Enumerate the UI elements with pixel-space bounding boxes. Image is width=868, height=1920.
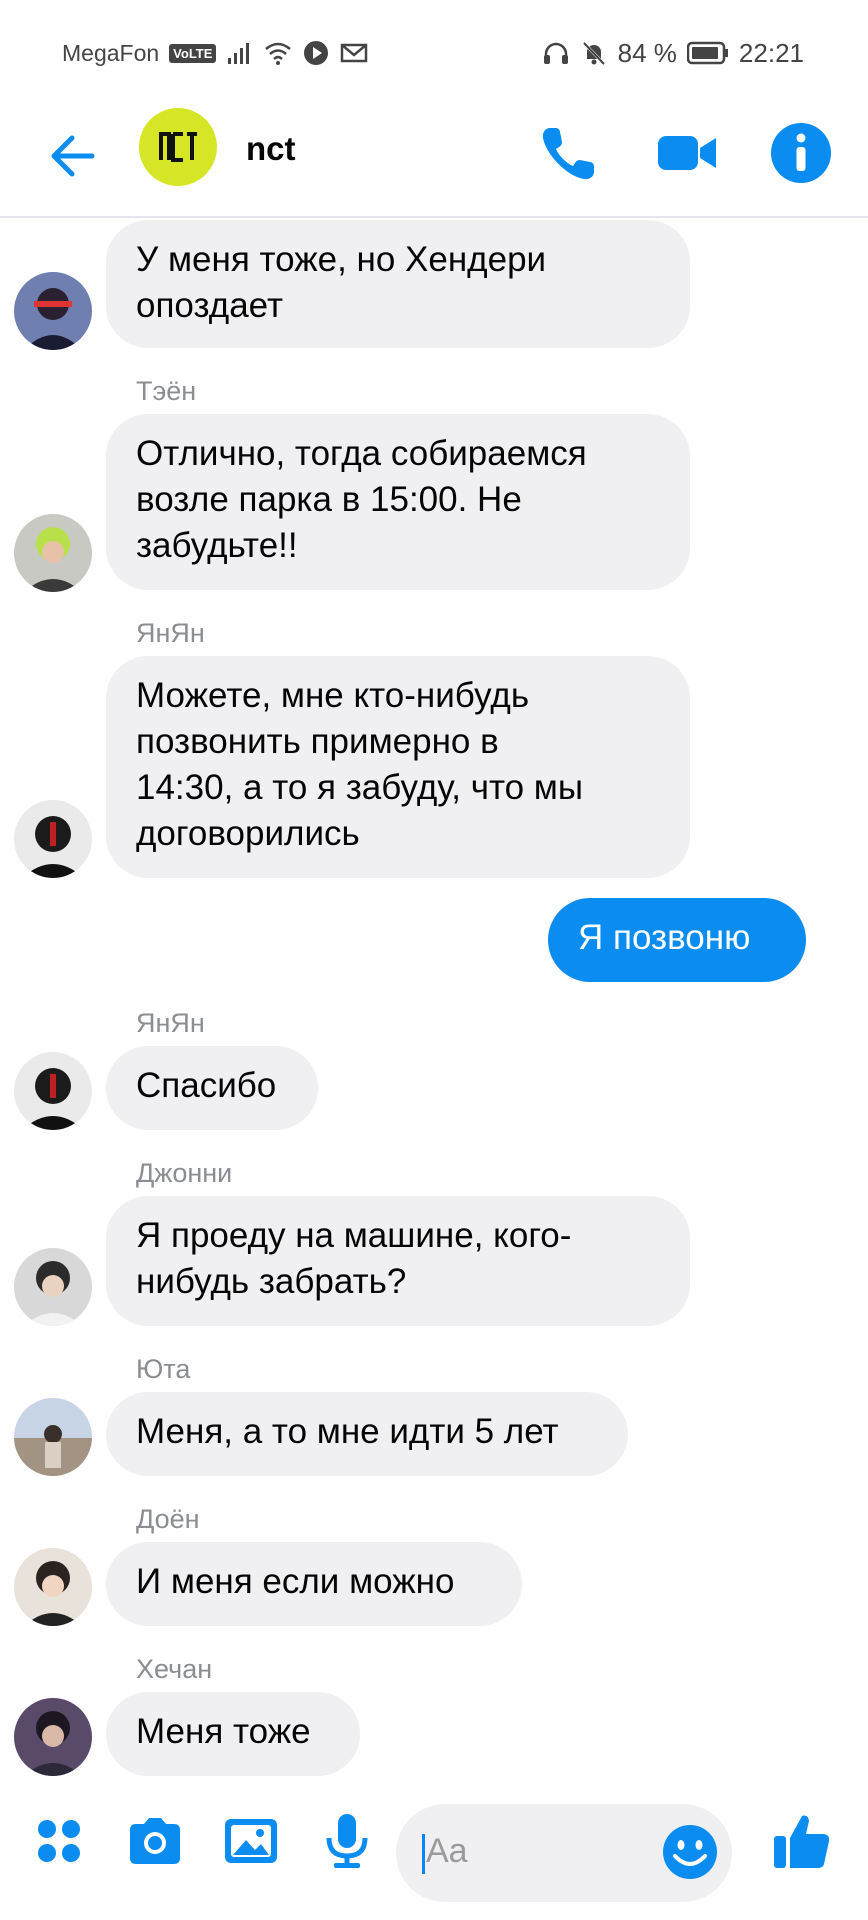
outgoing-message-bubble[interactable]: Я позвоню	[548, 898, 806, 982]
message-line: Спасибо	[136, 1066, 277, 1105]
thumbs-up-icon[interactable]	[770, 1808, 834, 1872]
message-line: И меня если можно	[136, 1562, 455, 1601]
phone-call-icon[interactable]	[536, 120, 602, 186]
sender-name: Доён	[136, 1504, 200, 1534]
message-line: Меня, а то мне идти 5 лет	[136, 1412, 559, 1451]
apps-grid-icon[interactable]	[28, 1810, 90, 1872]
sender-name: Тэён	[136, 376, 197, 406]
sender-name: ЯнЯн	[136, 618, 205, 648]
message-line: Отлично, тогда собираемся	[136, 434, 587, 473]
message-line: возле парка в 15:00. Не	[136, 480, 522, 519]
wifi-icon	[265, 42, 292, 65]
sender-name: Юта	[136, 1354, 191, 1384]
mail-icon	[341, 43, 368, 63]
message-input[interactable]: Aa	[396, 1804, 732, 1902]
avatar[interactable]	[14, 1698, 92, 1776]
message-input-placeholder: Aa	[426, 1832, 468, 1870]
headphones-icon	[543, 42, 568, 64]
signal-icon	[228, 43, 250, 64]
message-line: У меня тоже, но Хендери	[136, 240, 547, 279]
chat-header: nct	[0, 100, 868, 218]
message-line: позвонить примерно в	[136, 722, 499, 761]
avatar[interactable]	[14, 1398, 92, 1476]
play-icon	[304, 41, 329, 65]
composer-bar: Aa	[0, 1780, 868, 1920]
message-line: Я проеду на машине, кого-	[136, 1216, 572, 1255]
battery-icon	[686, 41, 728, 65]
text-cursor	[422, 1834, 425, 1874]
sender-name: Джонни	[136, 1158, 233, 1188]
avatar[interactable]	[14, 1548, 92, 1626]
incoming-message-bubble[interactable]: Меня, а то мне идти 5 лет	[106, 1392, 628, 1476]
carrier-name: MegaFon	[62, 39, 160, 66]
volte-badge: VoLTE	[169, 43, 217, 63]
nct-logo	[159, 132, 197, 162]
gallery-image-icon[interactable]	[220, 1810, 282, 1872]
sender-name: ЯнЯн	[136, 1008, 205, 1038]
avatar[interactable]	[14, 1052, 92, 1130]
chat-title[interactable]: nct	[246, 130, 296, 168]
message-line: 14:30, а то я забуду, что мы	[136, 768, 584, 807]
camera-icon[interactable]	[124, 1810, 186, 1872]
avatar[interactable]	[14, 800, 92, 878]
clock: 22:21	[738, 37, 804, 68]
message-line: Я позвоню	[578, 918, 751, 957]
emoji-icon[interactable]	[660, 1822, 720, 1882]
sender-name: Хечан	[136, 1654, 213, 1684]
status-bar: MegaFon VoLTE 84 % 22:21	[0, 0, 868, 100]
avatar[interactable]	[14, 514, 92, 592]
incoming-message-bubble[interactable]: Меня тоже	[106, 1692, 360, 1776]
avatar[interactable]	[14, 1248, 92, 1326]
message-line: Меня тоже	[136, 1712, 311, 1751]
incoming-message-bubble[interactable]: Отлично, тогда собираемся возле парка в …	[106, 414, 690, 590]
avatar[interactable]	[14, 272, 92, 350]
microphone-icon[interactable]	[316, 1810, 378, 1872]
incoming-message-bubble[interactable]: И меня если можно	[106, 1542, 522, 1626]
incoming-message-bubble[interactable]: У меня тоже, но Хендери опоздает	[106, 220, 690, 348]
info-icon[interactable]	[768, 120, 834, 186]
back-arrow-icon[interactable]	[44, 124, 108, 188]
video-call-icon[interactable]	[654, 120, 720, 186]
group-avatar[interactable]	[139, 108, 217, 186]
message-line: договорились	[136, 814, 360, 853]
incoming-message-bubble[interactable]: Спасибо	[106, 1046, 318, 1130]
incoming-message-bubble[interactable]: Можете, мне кто-нибудь позвонить примерн…	[106, 656, 690, 878]
message-line: Можете, мне кто-нибудь	[136, 676, 530, 715]
battery-percent: 84 %	[617, 37, 677, 68]
message-line: нибудь забрать?	[136, 1262, 407, 1301]
message-line: забудьте!!	[136, 526, 298, 565]
message-line: опоздает	[136, 286, 283, 325]
incoming-message-bubble[interactable]: Я проеду на машине, кого- нибудь забрать…	[106, 1196, 690, 1326]
bell-muted-icon	[582, 41, 605, 66]
